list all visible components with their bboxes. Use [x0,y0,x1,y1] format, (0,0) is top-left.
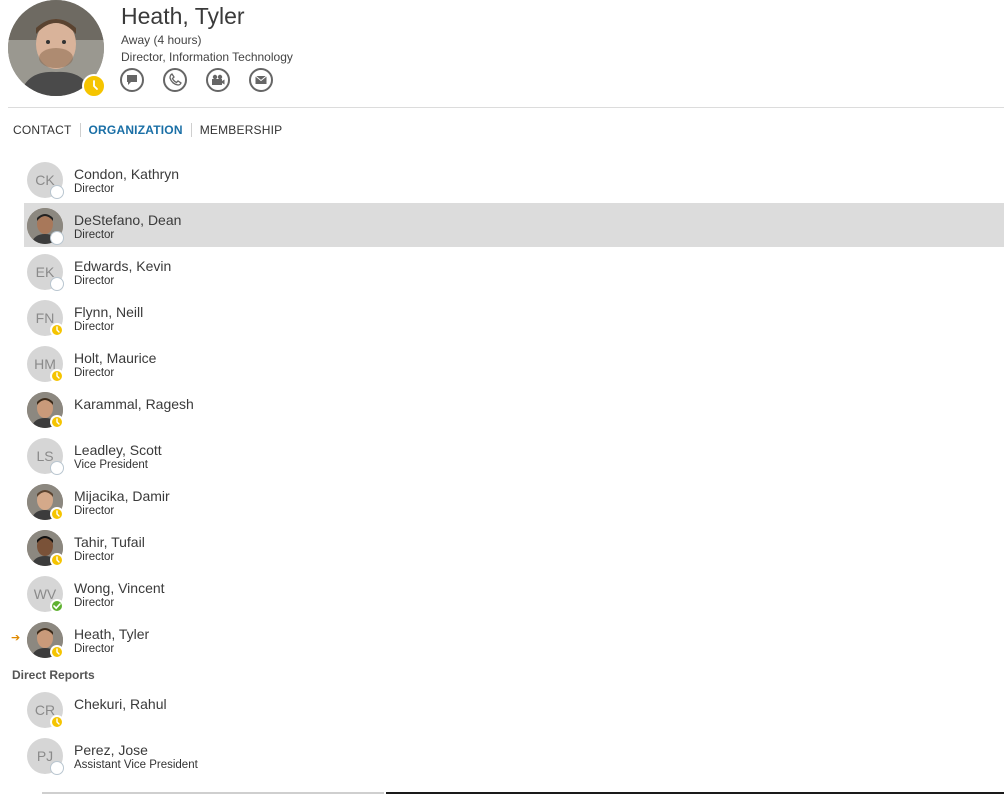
avatar-initials: EK [35,264,55,280]
video-icon [212,74,225,85]
contact-role: Director [74,367,115,379]
presence-away-icon [50,323,64,337]
profile-title: Director, Information Technology [121,50,293,64]
tab-bar: CONTACT ORGANIZATION MEMBERSHIP [13,123,290,137]
direct-reports-heading: Direct Reports [12,668,95,682]
presence-away-icon [50,507,64,521]
presence-offline-icon [50,185,64,199]
contact-name: Leadley, Scott [74,442,162,458]
contact-name: Chekuri, Rahul [74,696,167,712]
contact-name: Flynn, Neill [74,304,144,320]
tab-membership[interactable]: MEMBERSHIP [200,123,291,137]
profile-name: Heath, Tyler [121,3,245,29]
contact-name: Edwards, Kevin [74,258,172,274]
presence-away-icon [50,553,64,567]
tab-organization[interactable]: ORGANIZATION [89,123,191,137]
list-item[interactable]: EK Edwards, Kevin Director [24,249,1004,293]
contact-role: Director [74,551,115,563]
contact-name: Tahir, Tufail [74,534,145,550]
list-item[interactable]: Mijacika, Damir Director [24,479,1004,523]
list-item[interactable]: FN Flynn, Neill Director [24,295,1004,339]
contact-name: Condon, Kathryn [74,166,180,182]
tab-separator [190,123,192,137]
email-button[interactable] [249,68,273,92]
avatar-initials: FN [35,310,55,326]
header-divider [8,107,1004,108]
contact-role: Assistant Vice President [74,759,198,771]
presence-away-icon [50,415,64,429]
presence-offline-icon [50,231,64,245]
contact-role: Vice President [74,459,148,471]
contact-role: Director [74,183,115,195]
presence-away-icon [50,715,64,729]
contact-name: Perez, Jose [74,742,148,758]
list-item[interactable]: Tahir, Tufail Director [24,525,1004,569]
avatar-initials: PJ [36,748,54,764]
list-item[interactable]: LS Leadley, Scott Vice President [24,433,1004,477]
phone-icon [169,73,182,86]
scrollbar-track [42,792,384,794]
im-button[interactable] [120,68,144,92]
list-item[interactable]: HM Holt, Maurice Director [24,341,1004,385]
video-button[interactable] [206,68,230,92]
contact-role: Director [74,321,115,333]
contact-name: DeStefano, Dean [74,212,182,228]
contact-name: Holt, Maurice [74,350,157,366]
contact-role: Director [74,597,115,609]
contact-actions [120,68,273,92]
im-icon [127,75,137,85]
list-item[interactable]: CR Chekuri, Rahul [24,687,1004,731]
contact-role: Director [74,643,115,655]
tab-separator [79,123,81,137]
tab-contact[interactable]: CONTACT [13,123,80,137]
avatar-initials: LS [36,448,54,464]
contact-name: Wong, Vincent [74,580,165,596]
contact-name: Mijacika, Damir [74,488,170,504]
contact-name: Heath, Tyler [74,626,150,642]
current-position-arrow-icon: ➔ [11,631,21,644]
contact-role: Director [74,505,115,517]
call-button[interactable] [163,68,187,92]
list-item[interactable]: CK Condon, Kathryn Director [24,157,1004,201]
contact-name: Karammal, Ragesh [74,396,194,412]
profile-status: Away (4 hours) [121,33,202,47]
presence-away-icon [50,369,64,383]
presence-offline-icon [50,277,64,291]
scrollbar-thumb[interactable] [386,792,1004,794]
email-icon [255,75,267,84]
list-item[interactable]: Heath, Tyler Director ➔ [11,617,1004,661]
presence-available-icon [50,599,64,613]
list-item[interactable]: PJ Perez, Jose Assistant Vice President [24,733,1004,777]
presence-away-badge [82,74,106,98]
list-item[interactable]: DeStefano, Dean Director [24,203,1004,247]
presence-offline-icon [50,761,64,775]
list-item[interactable]: Karammal, Ragesh [24,387,1004,431]
contact-card-header: Heath, Tyler Away (4 hours) Director, In… [0,0,1004,108]
presence-away-icon [50,645,64,659]
contact-role: Director [74,229,115,241]
presence-offline-icon [50,461,64,475]
contact-role: Director [74,275,115,287]
list-item[interactable]: WV Wong, Vincent Director [24,571,1004,615]
